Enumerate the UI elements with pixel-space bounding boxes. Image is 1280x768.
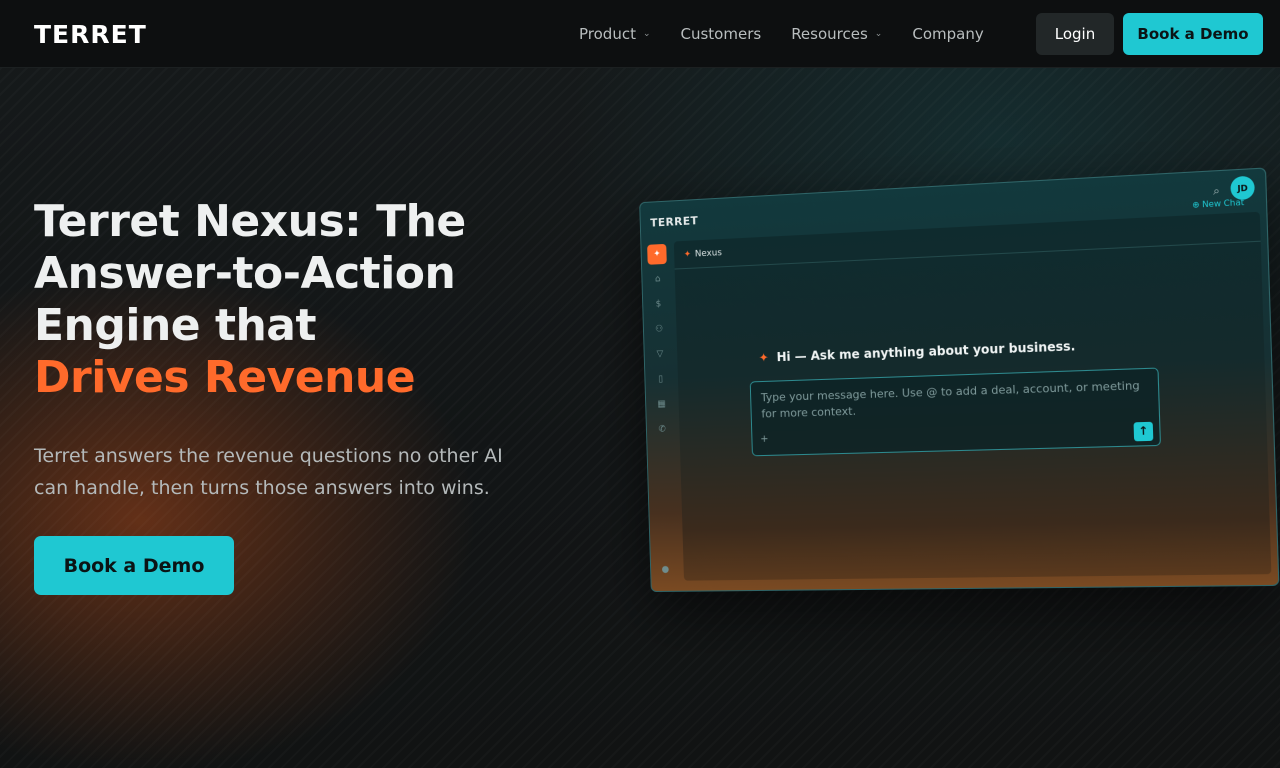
greeting-text: Hi — Ask me anything about your business… — [776, 339, 1075, 364]
nav-link-label: Resources — [791, 25, 868, 43]
greeting-message: ✦ Hi — Ask me anything about your busine… — [759, 339, 1076, 365]
mockup-tab-header: ✦ Nexus — [674, 212, 1261, 270]
terret-logo[interactable]: TERRET — [34, 20, 147, 49]
home-icon: ⌂ — [648, 269, 668, 290]
app-mockup-window: TERRET ⌕ JD ✦ ⌂ $ ⚇ ▽ ▯ ▦ ✆ ● ⊕ New Chat… — [639, 167, 1279, 592]
filter-icon: ▽ — [650, 344, 670, 365]
top-navigation: TERRET Product ⌄ Customers Resources ⌄ C… — [0, 0, 1280, 68]
nav-link-resources[interactable]: Resources ⌄ — [791, 24, 882, 44]
phone-icon: ✆ — [652, 419, 672, 440]
search-icon: ⌕ — [1213, 184, 1220, 199]
hero-title-line: Engine that — [34, 300, 316, 351]
nav-link-company[interactable]: Company — [912, 24, 983, 44]
plus-circle-icon: ⊕ — [1192, 200, 1200, 210]
nav-link-label: Company — [912, 25, 983, 43]
nav-link-customers[interactable]: Customers — [681, 24, 762, 44]
new-chat-label: New Chat — [1202, 198, 1244, 210]
hero-title-line: Terret Nexus: The — [34, 196, 466, 247]
mockup-sidebar: ✦ ⌂ $ ⚇ ▽ ▯ ▦ ✆ — [647, 244, 678, 585]
chevron-down-icon: ⌄ — [643, 29, 651, 39]
new-chat-link: ⊕ New Chat — [1192, 198, 1244, 210]
hero-title-line: Answer-to-Action — [34, 248, 455, 299]
login-button[interactable]: Login — [1036, 13, 1114, 55]
nav-link-label: Product — [579, 25, 636, 43]
hero-title-accent: Drives Revenue — [34, 352, 415, 403]
nav-link-product[interactable]: Product ⌄ — [579, 24, 651, 44]
dollar-icon: $ — [649, 294, 669, 315]
calendar-icon: ▦ — [652, 394, 672, 415]
attach-icon: + — [760, 432, 769, 448]
document-icon: ▯ — [651, 369, 671, 390]
nav-links: Product ⌄ Customers Resources ⌄ Company — [579, 24, 1014, 44]
tab-label: Nexus — [695, 248, 722, 259]
hero-title: Terret Nexus: The Answer-to-Action Engin… — [34, 196, 594, 404]
settings-icon: ● — [661, 565, 669, 575]
message-placeholder: Type your message here. Use @ to add a d… — [761, 379, 1140, 421]
sparkle-icon: ✦ — [759, 350, 769, 365]
mockup-chat-panel: ⊕ New Chat ✦ Nexus ✦ Hi — Ask me anythin… — [674, 212, 1272, 581]
message-input: Type your message here. Use @ to add a d… — [750, 368, 1161, 457]
mockup-logo: TERRET — [650, 214, 698, 230]
book-demo-hero-button[interactable]: Book a Demo — [34, 536, 234, 595]
nav-link-label: Customers — [681, 25, 762, 43]
product-screenshot: TERRET ⌕ JD ✦ ⌂ $ ⚇ ▽ ▯ ▦ ✆ ● ⊕ New Chat… — [645, 184, 1271, 604]
chevron-down-icon: ⌄ — [875, 29, 883, 39]
send-icon: ↑ — [1134, 422, 1154, 442]
sparkle-icon: ✦ — [647, 244, 667, 265]
hero-subtitle: Terret answers the revenue questions no … — [34, 440, 534, 504]
sparkle-icon: ✦ — [684, 249, 692, 259]
book-demo-nav-button[interactable]: Book a Demo — [1123, 13, 1263, 55]
users-icon: ⚇ — [649, 319, 669, 340]
